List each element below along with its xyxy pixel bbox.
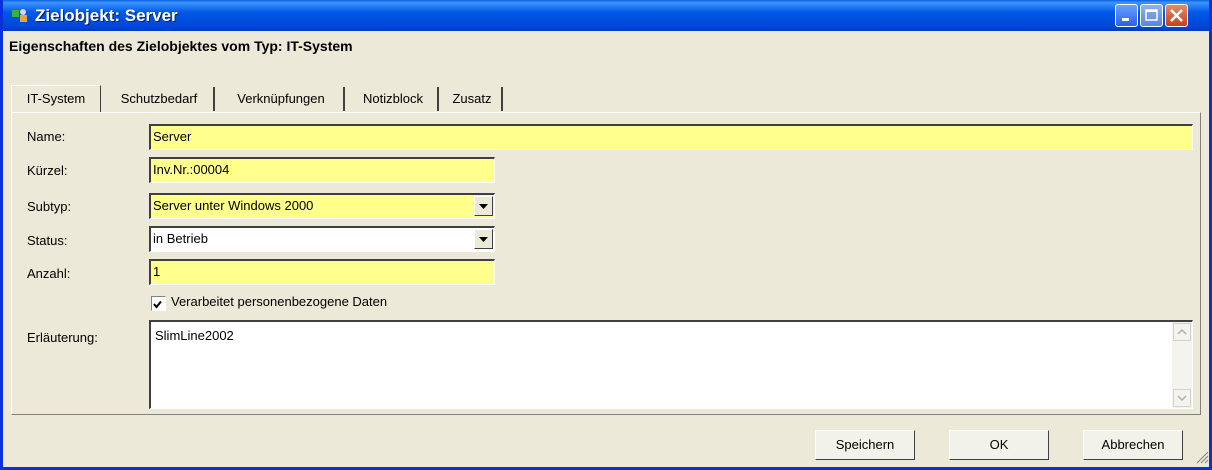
name-label: Name: [27, 129, 66, 144]
erlaeuterung-textarea[interactable]: SlimLine2002 [149, 320, 1193, 409]
erlaeuterung-label: Erläuterung: [27, 330, 98, 345]
status-label: Status: [27, 233, 68, 248]
maximize-button[interactable] [1140, 4, 1163, 27]
tab-schutzbedarf[interactable]: Schutzbedarf [105, 87, 215, 111]
erlaeuterung-value: SlimLine2002 [155, 328, 234, 343]
ok-button[interactable]: OK [949, 430, 1049, 460]
chevron-up-icon [1177, 328, 1187, 335]
name-field[interactable]: Server [149, 124, 1193, 150]
tab-it-system[interactable]: IT-System [11, 85, 101, 112]
scroll-up-button[interactable] [1173, 323, 1191, 341]
dialog-heading: Eigenschaften des Zielobjektes vom Typ: … [9, 38, 353, 54]
dialog-window: Zielobjekt: Server Eigenschaften des Zie… [0, 0, 1212, 470]
kuerzel-field[interactable]: Inv.Nr.:00004 [149, 157, 495, 183]
chevron-down-icon [479, 237, 488, 242]
kuerzel-label: Kürzel: [27, 163, 68, 178]
app-icon [12, 9, 27, 22]
minimize-icon [1122, 18, 1129, 21]
chevron-down-icon [479, 204, 488, 209]
tab-verknuepfungen[interactable]: Verknüpfungen [219, 87, 345, 111]
maximize-icon [1145, 9, 1158, 21]
scroll-down-button[interactable] [1173, 389, 1191, 407]
close-icon [1170, 9, 1183, 22]
status-dropdown-button[interactable] [474, 229, 493, 249]
tab-notizblock[interactable]: Notizblock [349, 87, 439, 111]
cancel-button[interactable]: Abbrechen [1083, 430, 1183, 460]
minimize-button[interactable] [1115, 4, 1138, 27]
personal-data-checkbox[interactable] [151, 296, 166, 311]
subtyp-value: Server unter Windows 2000 [153, 198, 314, 213]
chevron-down-icon [1177, 395, 1187, 402]
status-value: in Betrieb [153, 231, 208, 246]
save-button[interactable]: Speichern [815, 430, 915, 460]
tab-zusatz[interactable]: Zusatz [443, 87, 503, 111]
subtyp-label: Subtyp: [27, 199, 72, 214]
status-select[interactable]: in Betrieb [149, 226, 495, 252]
anzahl-label: Anzahl: [27, 266, 71, 281]
subtyp-select[interactable]: Server unter Windows 2000 [149, 193, 495, 219]
anzahl-field[interactable]: 1 [149, 259, 495, 285]
window-title: Zielobjekt: Server [35, 6, 178, 25]
resize-grip-icon[interactable] [1195, 450, 1209, 464]
subtyp-dropdown-button[interactable] [474, 196, 493, 216]
memo-scrollbar[interactable] [1172, 322, 1192, 408]
check-icon [153, 300, 162, 309]
title-bar[interactable]: Zielobjekt: Server [3, 0, 1209, 31]
personal-data-label[interactable]: Verarbeitet personenbezogene Daten [171, 294, 387, 309]
close-button[interactable] [1165, 4, 1188, 27]
